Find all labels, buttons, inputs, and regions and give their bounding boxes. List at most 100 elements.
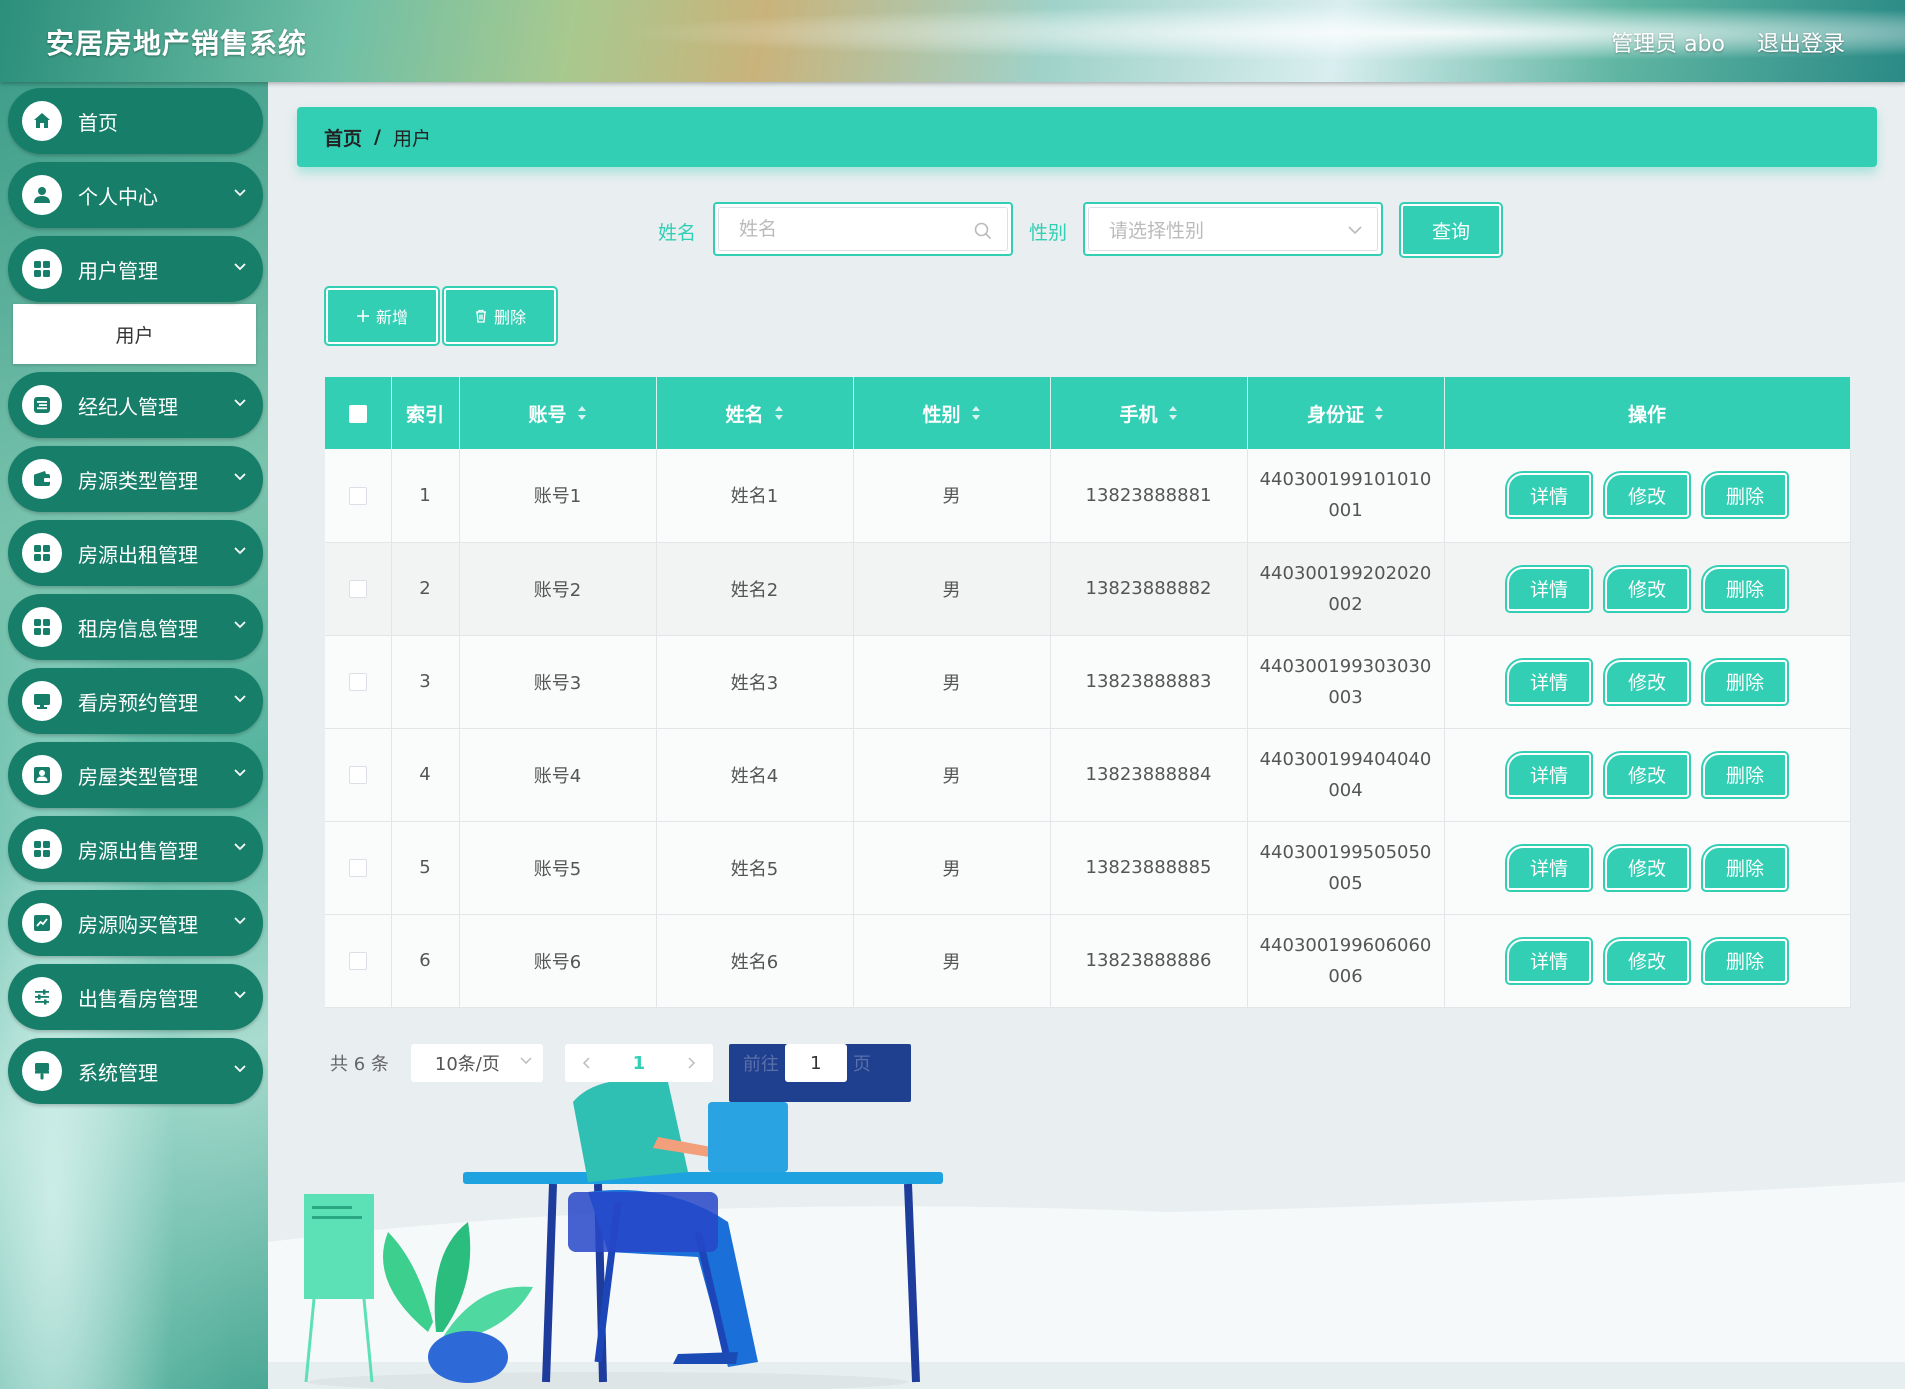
sidebar-item-system-management[interactable]: 系统管理 <box>8 1038 263 1104</box>
column-header-gender[interactable]: 性别 <box>853 377 1051 449</box>
table-row: 2 账号2 姓名2 男 13823888882 440300199202020 0… <box>325 542 1851 636</box>
sidebar-item-building-type-management[interactable]: 房屋类型管理 <box>8 742 263 808</box>
detail-button[interactable]: 详情 <box>1505 564 1593 613</box>
sidebar-item-personal-center[interactable]: 个人中心 <box>8 162 263 228</box>
row-delete-button[interactable]: 删除 <box>1701 657 1789 706</box>
row-delete-button[interactable]: 删除 <box>1701 564 1789 613</box>
cell-account: 账号1 <box>459 449 657 543</box>
cell-operations: 详情 修改 删除 <box>1444 728 1851 822</box>
row-delete-button[interactable]: 删除 <box>1701 750 1789 799</box>
column-header-label: 手机 <box>1119 403 1158 426</box>
office-illustration <box>268 1082 1905 1389</box>
grid-icon <box>22 249 62 289</box>
id-card-line1: 440300199202020 <box>1259 562 1432 584</box>
column-header-label: 身份证 <box>1306 403 1364 426</box>
gender-select[interactable]: 请选择性别 <box>1083 202 1383 256</box>
chevron-left-icon <box>582 1057 590 1069</box>
edit-button[interactable]: 修改 <box>1603 564 1691 613</box>
row-checkbox[interactable] <box>348 580 367 598</box>
search-icon <box>974 222 992 240</box>
column-header-phone[interactable]: 手机 <box>1050 377 1248 449</box>
id-card-line1: 440300199404040 <box>1259 748 1432 770</box>
sidebar-item-rental-info-management[interactable]: 租房信息管理 <box>8 594 263 660</box>
edit-button[interactable]: 修改 <box>1603 657 1691 706</box>
cell-index: 5 <box>391 821 460 915</box>
sidebar-subitem-users[interactable]: 用户 <box>13 304 256 364</box>
detail-button[interactable]: 详情 <box>1505 843 1593 892</box>
sidebar-item-home[interactable]: 首页 <box>8 88 263 154</box>
column-header-operations: 操作 <box>1444 377 1851 449</box>
delete-button[interactable]: 删除 <box>442 286 558 346</box>
row-checkbox[interactable] <box>348 859 367 877</box>
cell-gender: 男 <box>853 542 1051 636</box>
sort-icon[interactable] <box>577 405 587 421</box>
sidebar-item-sale-listing-management[interactable]: 房源出售管理 <box>8 816 263 882</box>
cell-gender: 男 <box>853 821 1051 915</box>
row-checkbox[interactable] <box>348 766 367 784</box>
edit-button[interactable]: 修改 <box>1603 936 1691 985</box>
column-header-label: 姓名 <box>725 403 764 426</box>
sidebar-item-label: 首页 <box>78 110 118 135</box>
page-number-current[interactable]: 1 <box>609 1053 669 1074</box>
cell-account: 账号5 <box>459 821 657 915</box>
prev-page-button[interactable] <box>565 1044 609 1082</box>
sidebar-item-purchase-management[interactable]: 房源购买管理 <box>8 890 263 956</box>
cell-phone: 13823888882 <box>1050 542 1248 636</box>
chevron-down-icon <box>234 991 246 999</box>
edit-button[interactable]: 修改 <box>1603 471 1691 520</box>
chevron-down-icon <box>234 399 246 407</box>
sidebar-item-user-management[interactable]: 用户管理 <box>8 236 263 302</box>
row-delete-button[interactable]: 删除 <box>1701 936 1789 985</box>
cell-name: 姓名6 <box>656 914 854 1008</box>
gender-select-placeholder: 请选择性别 <box>1109 219 1205 242</box>
cell-id-card: 440300199202020 002 <box>1247 542 1445 636</box>
users-table: 索引 账号 姓名 性别 手机 身份证 操作 1 账号1 姓名1 男 138238… <box>325 377 1851 1008</box>
breadcrumb-home[interactable]: 首页 <box>324 124 362 151</box>
sidebar-item-agent-management[interactable]: 经纪人管理 <box>8 372 263 438</box>
row-checkbox[interactable] <box>348 486 367 505</box>
page-size-select[interactable]: 10条/页 <box>410 1044 543 1082</box>
top-bar: 安居房地产销售系统 管理员 abo 退出登录 <box>0 0 1905 82</box>
sort-icon[interactable] <box>971 405 981 421</box>
cell-phone: 13823888885 <box>1050 821 1248 915</box>
query-button[interactable]: 查询 <box>1399 202 1503 258</box>
select-all-checkbox[interactable] <box>348 404 367 423</box>
detail-button[interactable]: 详情 <box>1505 750 1593 799</box>
sidebar-item-viewing-appointment-management[interactable]: 看房预约管理 <box>8 668 263 734</box>
row-delete-button[interactable]: 删除 <box>1701 471 1789 520</box>
cell-id-card: 440300199303030 003 <box>1247 635 1445 729</box>
row-checkbox[interactable] <box>348 952 367 970</box>
sidebar-item-sale-viewing-management[interactable]: 出售看房管理 <box>8 964 263 1030</box>
edit-button[interactable]: 修改 <box>1603 843 1691 892</box>
detail-button[interactable]: 详情 <box>1505 471 1593 520</box>
cell-account: 账号4 <box>459 728 657 822</box>
column-header-id-card[interactable]: 身份证 <box>1247 377 1445 449</box>
top-right-area: 管理员 abo 退出登录 <box>1611 26 1845 58</box>
cell-index: 4 <box>391 728 460 822</box>
next-page-button[interactable] <box>669 1044 713 1082</box>
row-checkbox[interactable] <box>348 673 367 691</box>
sort-icon[interactable] <box>1168 405 1178 421</box>
name-search-input[interactable] <box>739 218 969 240</box>
cell-name: 姓名5 <box>656 821 854 915</box>
row-delete-button[interactable]: 删除 <box>1701 843 1789 892</box>
edit-button[interactable]: 修改 <box>1603 750 1691 799</box>
detail-button[interactable]: 详情 <box>1505 936 1593 985</box>
logout-link[interactable]: 退出登录 <box>1757 26 1845 58</box>
page-jump-input[interactable]: 1 <box>784 1044 847 1082</box>
detail-button[interactable]: 详情 <box>1505 657 1593 706</box>
sort-icon[interactable] <box>1374 405 1384 421</box>
id-card-line1: 440300199505050 <box>1259 841 1432 863</box>
column-header-account[interactable]: 账号 <box>459 377 657 449</box>
add-button[interactable]: 新增 <box>324 286 440 346</box>
sidebar-item-rental-listing-management[interactable]: 房源出租管理 <box>8 520 263 586</box>
cell-name: 姓名2 <box>656 542 854 636</box>
column-header-name[interactable]: 姓名 <box>656 377 854 449</box>
chevron-down-icon <box>234 917 246 925</box>
pagination: 共 6 条 10条/页 1 前往 1 页 <box>330 1024 911 1102</box>
column-header-index: 索引 <box>391 377 460 449</box>
sliders-icon <box>22 977 62 1017</box>
sidebar-item-house-type-management[interactable]: 房源类型管理 <box>8 446 263 512</box>
sort-icon[interactable] <box>774 405 784 421</box>
monitor-icon <box>22 681 62 721</box>
